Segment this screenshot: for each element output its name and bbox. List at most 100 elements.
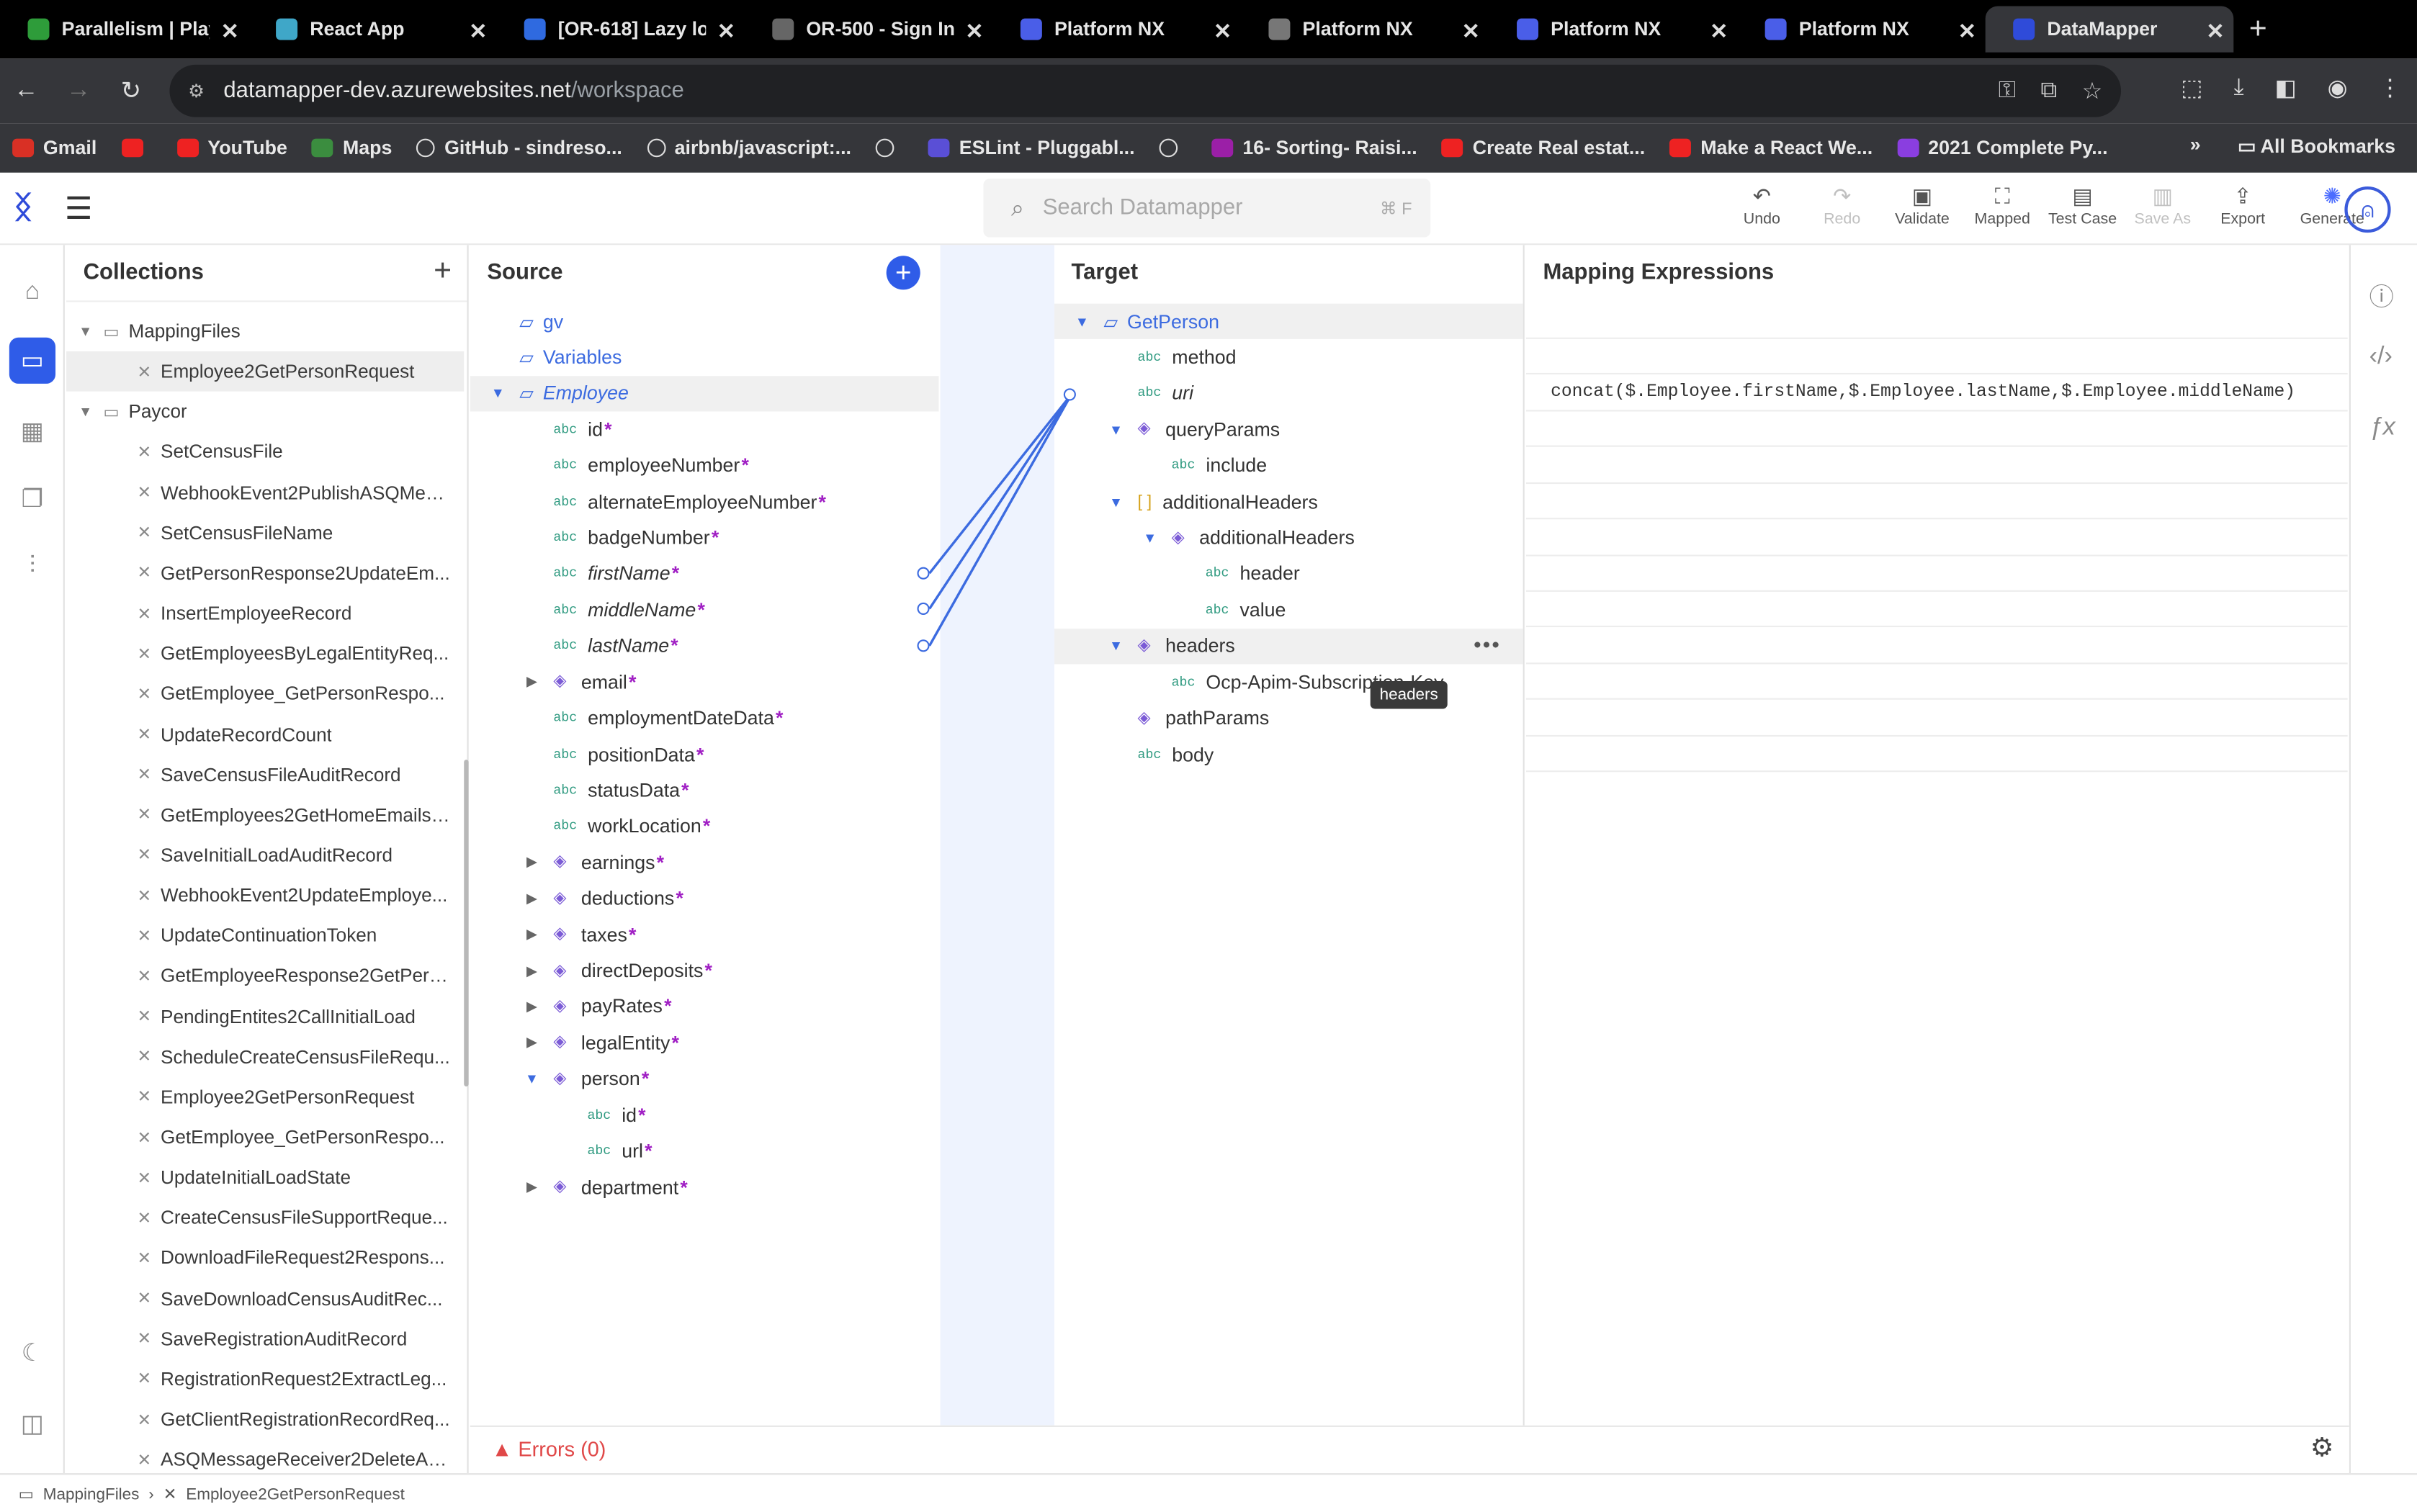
collections-scrollbar[interactable] bbox=[464, 760, 469, 1086]
caret-down-icon[interactable]: ▼ bbox=[1073, 314, 1092, 329]
caret-right-icon[interactable]: ▶ bbox=[523, 999, 542, 1016]
browser-tab[interactable]: Platform NX ✕ bbox=[1489, 6, 1738, 53]
mapping-file-item[interactable]: ✕ GetClientRegistrationRecordReq... bbox=[66, 1399, 464, 1439]
bookmark-item[interactable] bbox=[1159, 138, 1188, 158]
caret-right-icon[interactable]: ▶ bbox=[523, 927, 542, 944]
open-external-icon[interactable]: ⧉ bbox=[2040, 77, 2057, 105]
tree-node[interactable]: ▶ ◈ directDeposits * bbox=[470, 953, 939, 989]
validate-button[interactable]: ▣ Validate bbox=[1883, 184, 1960, 228]
expression-row[interactable] bbox=[1525, 484, 2348, 520]
mapping-file-item[interactable]: ✕ InsertEmployeeRecord bbox=[66, 593, 464, 634]
tree-node[interactable]: abc workLocation * bbox=[470, 809, 939, 844]
tree-node[interactable]: ▶ ◈ taxes * bbox=[470, 917, 939, 953]
mapping-file-item[interactable]: ✕ PendingEntites2CallInitialLoad bbox=[66, 996, 464, 1037]
expression-row[interactable]: concat($.Employee.firstName,$.Employee.l… bbox=[1525, 376, 2348, 412]
caret-down-icon[interactable]: ▼ bbox=[523, 1071, 542, 1086]
more-bookmarks-icon[interactable]: » bbox=[2190, 134, 2201, 157]
collection-folder[interactable]: ▼ ▭ Paycor bbox=[66, 392, 464, 432]
browser-tab[interactable]: [OR-618] Lazy lo ✕ bbox=[496, 6, 745, 53]
mapping-file-item[interactable]: ✕ RegistrationRequest2ExtractLeg... bbox=[66, 1359, 464, 1400]
more-options-icon[interactable]: ••• bbox=[1474, 632, 1501, 657]
collections-folder-icon[interactable]: ▭ bbox=[9, 337, 56, 384]
tree-node[interactable]: abc Ocp-Apim-Subscription-Key bbox=[1054, 665, 1523, 700]
password-key-icon[interactable]: ⚿ bbox=[1999, 77, 2016, 105]
mapping-file-item[interactable]: ✕ Employee2GetPersonRequest bbox=[66, 1077, 464, 1117]
tree-node[interactable]: ▼ ◈ additionalHeaders bbox=[1054, 520, 1523, 555]
tree-node[interactable]: ▶ ◈ earnings * bbox=[470, 845, 939, 881]
mapping-file-item[interactable]: ✕ ScheduleCreateCensusFileRequ... bbox=[66, 1037, 464, 1077]
source-handle-firstName[interactable] bbox=[917, 567, 930, 580]
address-bar[interactable]: ⚙ datamapper-dev.azurewebsites.net/works… bbox=[169, 64, 2122, 117]
mapping-file-item[interactable]: ✕ GetEmployeeResponse2GetPers... bbox=[66, 956, 464, 996]
download-icon[interactable]: ⤓ bbox=[2233, 74, 2243, 102]
expression-row[interactable] bbox=[1525, 448, 2348, 484]
sidepanel-icon[interactable]: ◧ bbox=[2274, 74, 2296, 102]
caret-right-icon[interactable]: ▶ bbox=[523, 854, 542, 871]
schema-icon[interactable]: ▦ bbox=[9, 408, 55, 454]
tree-node[interactable]: ▶ ◈ payRates * bbox=[470, 989, 939, 1025]
tab-close-icon[interactable]: ✕ bbox=[1462, 19, 1480, 45]
bookmark-item[interactable]: 16- Sorting- Raisi... bbox=[1211, 137, 1417, 158]
settings-gear-icon[interactable]: ⚙ bbox=[2310, 1433, 2334, 1464]
search-input[interactable]: ⌕ Search Datamapper ⌘ F bbox=[983, 179, 1431, 238]
code-icon[interactable]: ‹/› bbox=[2369, 343, 2393, 372]
tree-node[interactable]: ▼ ▱ Employee bbox=[470, 375, 939, 412]
caret-right-icon[interactable]: ▶ bbox=[523, 1035, 542, 1052]
mapping-file-item[interactable]: ✕ UpdateInitialLoadState bbox=[66, 1158, 464, 1198]
undo-button[interactable]: ↶ Undo bbox=[1723, 184, 1801, 228]
tree-node[interactable]: ▼ ◈ person * bbox=[470, 1061, 939, 1097]
tree-node[interactable]: abc positionData * bbox=[470, 737, 939, 772]
test-case-button[interactable]: ▤ Test Case bbox=[2044, 184, 2121, 228]
dark-mode-moon-icon[interactable]: ☾ bbox=[9, 1330, 55, 1376]
mapping-file-item[interactable]: ✕ SaveDownloadCensusAuditRec... bbox=[66, 1279, 464, 1319]
source-handle-lastName[interactable] bbox=[917, 639, 930, 652]
mapping-file-item[interactable]: ✕ WebhookEvent2UpdateEmploye... bbox=[66, 876, 464, 916]
extensions-icon[interactable]: ⬚ bbox=[2181, 74, 2202, 102]
errors-indicator[interactable]: ▲ Errors (0) bbox=[492, 1438, 606, 1461]
bookmark-item[interactable]: GitHub - sindreso... bbox=[416, 137, 622, 158]
mapping-file-item[interactable]: ✕ SaveInitialLoadAuditRecord bbox=[66, 835, 464, 876]
redo-button[interactable]: ↷ Redo bbox=[1803, 184, 1880, 228]
bookmark-star-icon[interactable]: ☆ bbox=[2082, 77, 2103, 104]
source-handle-middleName[interactable] bbox=[917, 602, 930, 615]
chevron-down-icon[interactable]: ▼ bbox=[79, 323, 94, 338]
mapping-file-item[interactable]: ✕ DownloadFileRequest2Respons... bbox=[66, 1238, 464, 1279]
mapping-file-item[interactable]: ✕ Employee2GetPersonRequest bbox=[66, 351, 465, 392]
tree-node[interactable]: ◈ pathParams bbox=[1054, 701, 1523, 736]
mapping-file-item[interactable]: ✕ WebhookEvent2PublishASQMess... bbox=[66, 472, 464, 513]
tree-node[interactable]: ▶ ◈ legalEntity * bbox=[470, 1025, 939, 1061]
breadcrumb-item-0[interactable]: MappingFiles bbox=[43, 1485, 140, 1503]
caret-down-icon[interactable]: ▼ bbox=[1107, 494, 1126, 509]
tree-node[interactable]: abc badgeNumber * bbox=[470, 520, 939, 555]
new-tab-icon[interactable]: + bbox=[2249, 12, 2267, 47]
expression-row[interactable] bbox=[1525, 412, 2348, 448]
tree-node[interactable]: ▼ [ ] additionalHeaders bbox=[1054, 484, 1523, 519]
browser-tab[interactable]: DataMapper ✕ bbox=[1985, 6, 2234, 53]
tree-node[interactable]: ▼ ▱ GetPerson bbox=[1054, 303, 1523, 339]
tab-close-icon[interactable]: ✕ bbox=[717, 19, 735, 45]
tree-node[interactable]: abc alternateEmployeeNumber * bbox=[470, 484, 939, 519]
mapping-canvas[interactable] bbox=[940, 245, 1054, 1426]
tab-close-icon[interactable]: ✕ bbox=[1710, 19, 1728, 45]
save-as-button[interactable]: ▥ Save As bbox=[2124, 184, 2201, 228]
tree-node[interactable]: abc body bbox=[1054, 737, 1523, 772]
files-icon[interactable]: ❐ bbox=[9, 476, 55, 522]
target-handle-uri[interactable] bbox=[1063, 388, 1076, 401]
tab-close-icon[interactable]: ✕ bbox=[1214, 19, 1232, 45]
browser-tab[interactable]: Platform NX ✕ bbox=[1241, 6, 1489, 53]
expression-row[interactable] bbox=[1525, 340, 2348, 375]
mapping-file-item[interactable]: ✕ SetCensusFileName bbox=[66, 513, 464, 553]
caret-down-icon[interactable]: ▼ bbox=[1107, 639, 1126, 654]
caret-down-icon[interactable]: ▼ bbox=[488, 386, 507, 401]
tree-node[interactable]: abc include bbox=[1054, 448, 1523, 483]
tree-node[interactable]: abc header bbox=[1054, 557, 1523, 592]
mapped-button[interactable]: ⛶ Mapped bbox=[1964, 184, 2041, 228]
tree-node[interactable]: abc employmentDateData * bbox=[470, 701, 939, 736]
tree-node[interactable]: abc lastName * bbox=[470, 629, 939, 664]
tree-node[interactable]: abc url * bbox=[470, 1134, 939, 1169]
tree-node[interactable]: ▶ ◈ deductions * bbox=[470, 881, 939, 917]
add-collection-icon[interactable]: + bbox=[434, 254, 452, 289]
tree-node[interactable]: abc id * bbox=[470, 412, 939, 447]
caret-right-icon[interactable]: ▶ bbox=[523, 890, 542, 907]
expression-row[interactable] bbox=[1525, 629, 2348, 664]
